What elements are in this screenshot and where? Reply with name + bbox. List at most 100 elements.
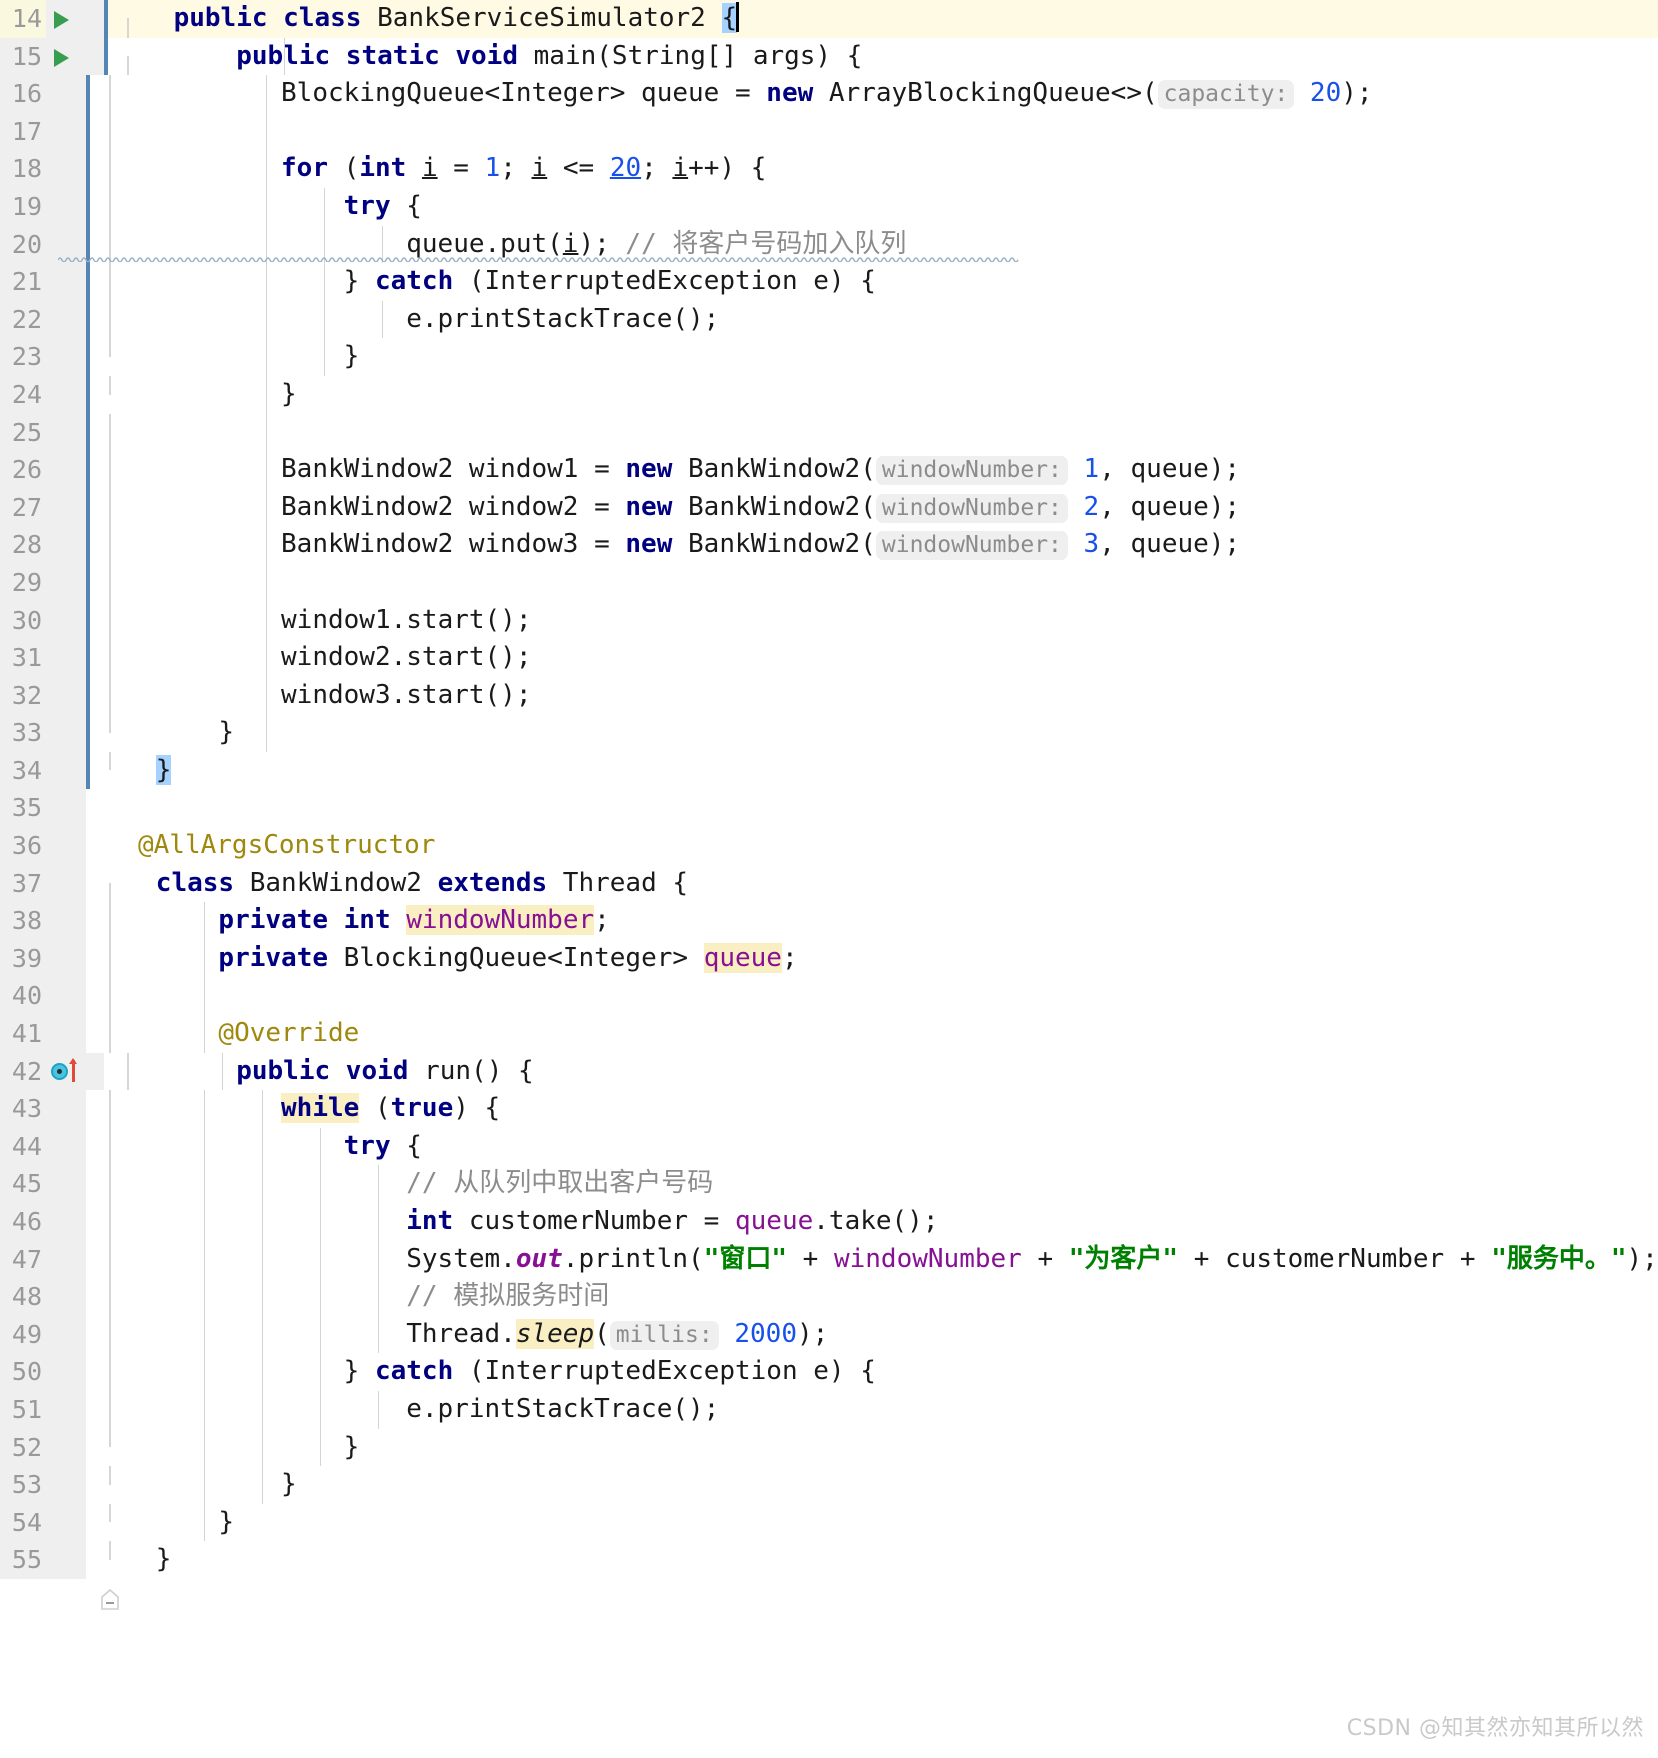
gutter-icons-15[interactable] <box>46 37 104 76</box>
code-fold-marker-icon[interactable] <box>100 347 120 408</box>
editor-line-30[interactable]: 30 window1.start(); <box>0 601 1658 640</box>
editor-line-23[interactable]: 23 } <box>0 338 1658 408</box>
editor-line-52[interactable]: 52 } <box>0 1428 1658 1498</box>
editor-line-16[interactable]: 16 BlockingQueue<Integer> queue = new Ar… <box>0 75 1658 113</box>
code-text-23[interactable]: } <box>148 338 1658 376</box>
code-text-33[interactable]: } <box>148 714 1658 752</box>
code-fold-marker-icon[interactable] <box>100 1137 120 1196</box>
editor-line-19[interactable]: 19 try { <box>0 187 1658 257</box>
editor-line-34[interactable]: 34 } <box>0 751 1658 821</box>
code-text-43[interactable]: while (true) { <box>148 1090 1658 1128</box>
code-text-47[interactable]: System.out.println("窗口" + windowNumber +… <box>148 1240 1658 1279</box>
fold-column-34[interactable] <box>90 751 148 821</box>
editor-line-20[interactable]: 20 queue.put(i); // 将客户号码加入队列 <box>0 225 1658 264</box>
inlay-param-hint-windownumber[interactable]: windowNumber: <box>875 531 1068 561</box>
editor-line-22[interactable]: 22 e.printStackTrace(); <box>0 300 1658 339</box>
editor-line-41[interactable]: 41 @Override <box>0 1015 1658 1053</box>
code-text-49[interactable]: Thread.sleep(millis: 2000); <box>148 1315 1658 1354</box>
run-gutter-icon[interactable] <box>54 48 69 67</box>
code-text-46[interactable]: int customerNumber = queue.take(); <box>148 1203 1658 1241</box>
code-text-39[interactable]: private BlockingQueue<Integer> queue; <box>148 939 1658 978</box>
fold-column-24[interactable] <box>90 375 148 445</box>
code-text-41[interactable]: @Override <box>148 1015 1658 1053</box>
code-text-19[interactable]: try { <box>148 187 1658 226</box>
editor-line-43[interactable]: 43 while (true) { <box>0 1090 1658 1159</box>
code-text-20[interactable]: queue.put(i); // 将客户号码加入队列 <box>57 225 1658 264</box>
editor-line-17[interactable]: 17 <box>0 112 1658 151</box>
code-text-32[interactable]: window3.start(); <box>148 676 1658 715</box>
fold-column-23[interactable] <box>90 338 148 408</box>
code-text-26[interactable]: BankWindow2 window1 = new BankWindow2(wi… <box>148 451 1658 489</box>
editor-line-24[interactable]: 24 } <box>0 375 1658 445</box>
code-text-31[interactable]: window2.start(); <box>148 639 1658 677</box>
code-fold-marker-icon[interactable] <box>100 1362 120 1423</box>
code-fold-marker-icon[interactable] <box>100 723 120 784</box>
fold-column-15[interactable] <box>107 37 166 106</box>
editor-line-39[interactable]: 39 private BlockingQueue<Integer> queue; <box>0 939 1658 978</box>
inlay-param-hint-capacity[interactable]: capacity: <box>1157 80 1295 110</box>
editor-line-53[interactable]: 53 } <box>0 1466 1658 1535</box>
fold-column-14[interactable] <box>107 0 166 69</box>
editor-line-49[interactable]: 49 Thread.sleep(millis: 2000); <box>0 1315 1658 1354</box>
editor-line-15[interactable]: 15 public static void main(String[] args… <box>0 37 1658 106</box>
fold-column-43[interactable] <box>90 1090 148 1159</box>
editor-line-35[interactable]: 35 <box>0 789 1658 828</box>
fold-column-18[interactable] <box>90 150 148 219</box>
editor-line-46[interactable]: 46 int customerNumber = queue.take(); <box>0 1203 1658 1241</box>
code-text-27[interactable]: BankWindow2 window2 = new BankWindow2(wi… <box>148 488 1658 527</box>
code-text-48[interactable]: // 模拟服务时间 <box>148 1278 1658 1316</box>
editor-line-36[interactable]: 36 @AllArgsConstructor <box>0 827 1658 865</box>
editor-line-40[interactable]: 40 <box>0 977 1658 1016</box>
code-text-44[interactable]: try { <box>148 1127 1658 1166</box>
code-text-45[interactable]: // 从队列中取出客户号码 <box>148 1165 1658 1203</box>
code-fold-marker-icon[interactable] <box>100 761 120 821</box>
code-fold-marker-icon[interactable] <box>100 197 120 257</box>
editor-line-31[interactable]: 31 window2.start(); <box>0 639 1658 677</box>
editor-line-44[interactable]: 44 try { <box>0 1127 1658 1196</box>
editor-line-37[interactable]: 37 class BankWindow2 extends Thread { <box>0 864 1658 933</box>
code-text-42[interactable]: public void run() { <box>166 1052 1658 1091</box>
code-text-40[interactable] <box>148 977 1658 1016</box>
fold-column-50[interactable] <box>90 1353 148 1423</box>
editor-line-54[interactable]: 54 } <box>0 1503 1658 1573</box>
editor-line-47[interactable]: 47 System.out.println("窗口" + windowNumbe… <box>0 1240 1658 1279</box>
gutter-icons-42[interactable] <box>46 1052 104 1091</box>
code-text-52[interactable]: } <box>148 1428 1658 1467</box>
inlay-param-hint-windownumber[interactable]: windowNumber: <box>875 456 1068 486</box>
editor-line-18[interactable]: 18 for (int i = 1; i <= 20; i++) { <box>0 150 1658 219</box>
gutter-icons-14[interactable] <box>46 0 104 38</box>
code-text-14[interactable]: public class BankServiceSimulator2 { <box>165 0 1658 38</box>
code-text-55[interactable]: } <box>148 1541 1658 1579</box>
code-text-38[interactable]: private int windowNumber; <box>148 902 1658 940</box>
code-text-28[interactable]: BankWindow2 window3 = new BankWindow2(wi… <box>148 526 1658 564</box>
code-fold-marker-icon[interactable] <box>100 272 120 332</box>
editor-line-28[interactable]: 28 BankWindow2 window3 = new BankWindow2… <box>0 526 1658 564</box>
code-text-30[interactable]: window1.start(); <box>148 601 1658 640</box>
editor-line-25[interactable]: 25 <box>0 413 1658 452</box>
fold-column-21[interactable] <box>90 263 148 332</box>
editor-line-51[interactable]: 51 e.printStackTrace(); <box>0 1390 1658 1429</box>
editor-line-55[interactable]: 55 } <box>0 1541 1658 1611</box>
code-text-53[interactable]: } <box>148 1466 1658 1504</box>
fold-column-42[interactable] <box>107 1052 166 1121</box>
code-fold-marker-icon[interactable] <box>100 1550 120 1611</box>
code-text-37[interactable]: class BankWindow2 extends Thread { <box>148 865 1658 903</box>
code-fold-marker-icon[interactable] <box>100 385 120 445</box>
override-method-gutter-icon[interactable] <box>51 1062 68 1080</box>
editor-line-38[interactable]: 38 private int windowNumber; <box>0 902 1658 940</box>
fold-column-44[interactable] <box>90 1127 148 1196</box>
code-fold-marker-icon[interactable] <box>100 1099 120 1159</box>
editor-line-48[interactable]: 48 // 模拟服务时间 <box>0 1278 1658 1316</box>
code-text-54[interactable]: } <box>148 1503 1658 1542</box>
fold-column-55[interactable] <box>90 1541 148 1611</box>
code-text-15[interactable]: public static void main(String[] args) { <box>166 37 1658 76</box>
editor-line-26[interactable]: 26 BankWindow2 window1 = new BankWindow2… <box>0 451 1658 489</box>
editor-line-45[interactable]: 45 // 从队列中取出客户号码 <box>0 1165 1658 1203</box>
code-text-21[interactable]: } catch (InterruptedException e) { <box>148 263 1658 301</box>
code-fold-marker-icon[interactable] <box>118 1062 138 1121</box>
fold-column-33[interactable] <box>90 714 148 784</box>
editor-line-33[interactable]: 33 } <box>0 714 1658 784</box>
editor-line-42[interactable]: 42 public void run() { <box>0 1052 1658 1121</box>
run-gutter-icon[interactable] <box>54 11 69 29</box>
code-text-18[interactable]: for (int i = 1; i <= 20; i++) { <box>148 150 1658 188</box>
